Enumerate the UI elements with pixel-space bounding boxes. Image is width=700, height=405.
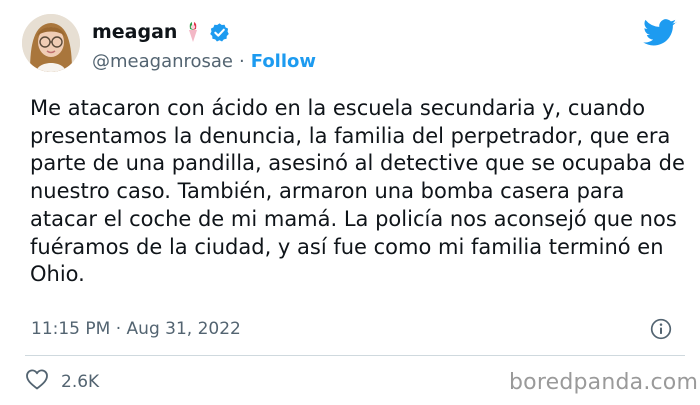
avatar-image [22,14,80,72]
info-icon[interactable] [650,318,672,340]
bouquet-emoji-icon [183,21,203,43]
divider [25,355,685,356]
verified-badge-icon [209,22,230,43]
tweet-time: 11:15 PM [31,319,111,339]
like-button[interactable]: 2.6K [25,368,99,395]
tweet-timestamp[interactable]: 11:15 PM · Aug 31, 2022 [31,319,241,339]
follow-button[interactable]: Follow [251,51,316,72]
author-display-name[interactable]: meagan [92,21,177,43]
handle-separator: · [239,51,245,72]
author-name-row: meagan [92,21,230,43]
avatar[interactable] [22,14,80,72]
heart-icon [25,368,49,395]
twitter-bird-icon[interactable] [643,19,677,47]
author-handle[interactable]: @meaganrosae [92,51,233,72]
like-count: 2.6K [61,371,100,392]
author-handle-row: @meaganrosae · Follow [92,51,316,72]
watermark: boredpanda.com [509,370,699,395]
tweet-text: Me atacaron con ácido en la escuela secu… [30,96,685,287]
tweet-date: Aug 31, 2022 [126,319,241,339]
timestamp-separator: · [115,319,122,339]
